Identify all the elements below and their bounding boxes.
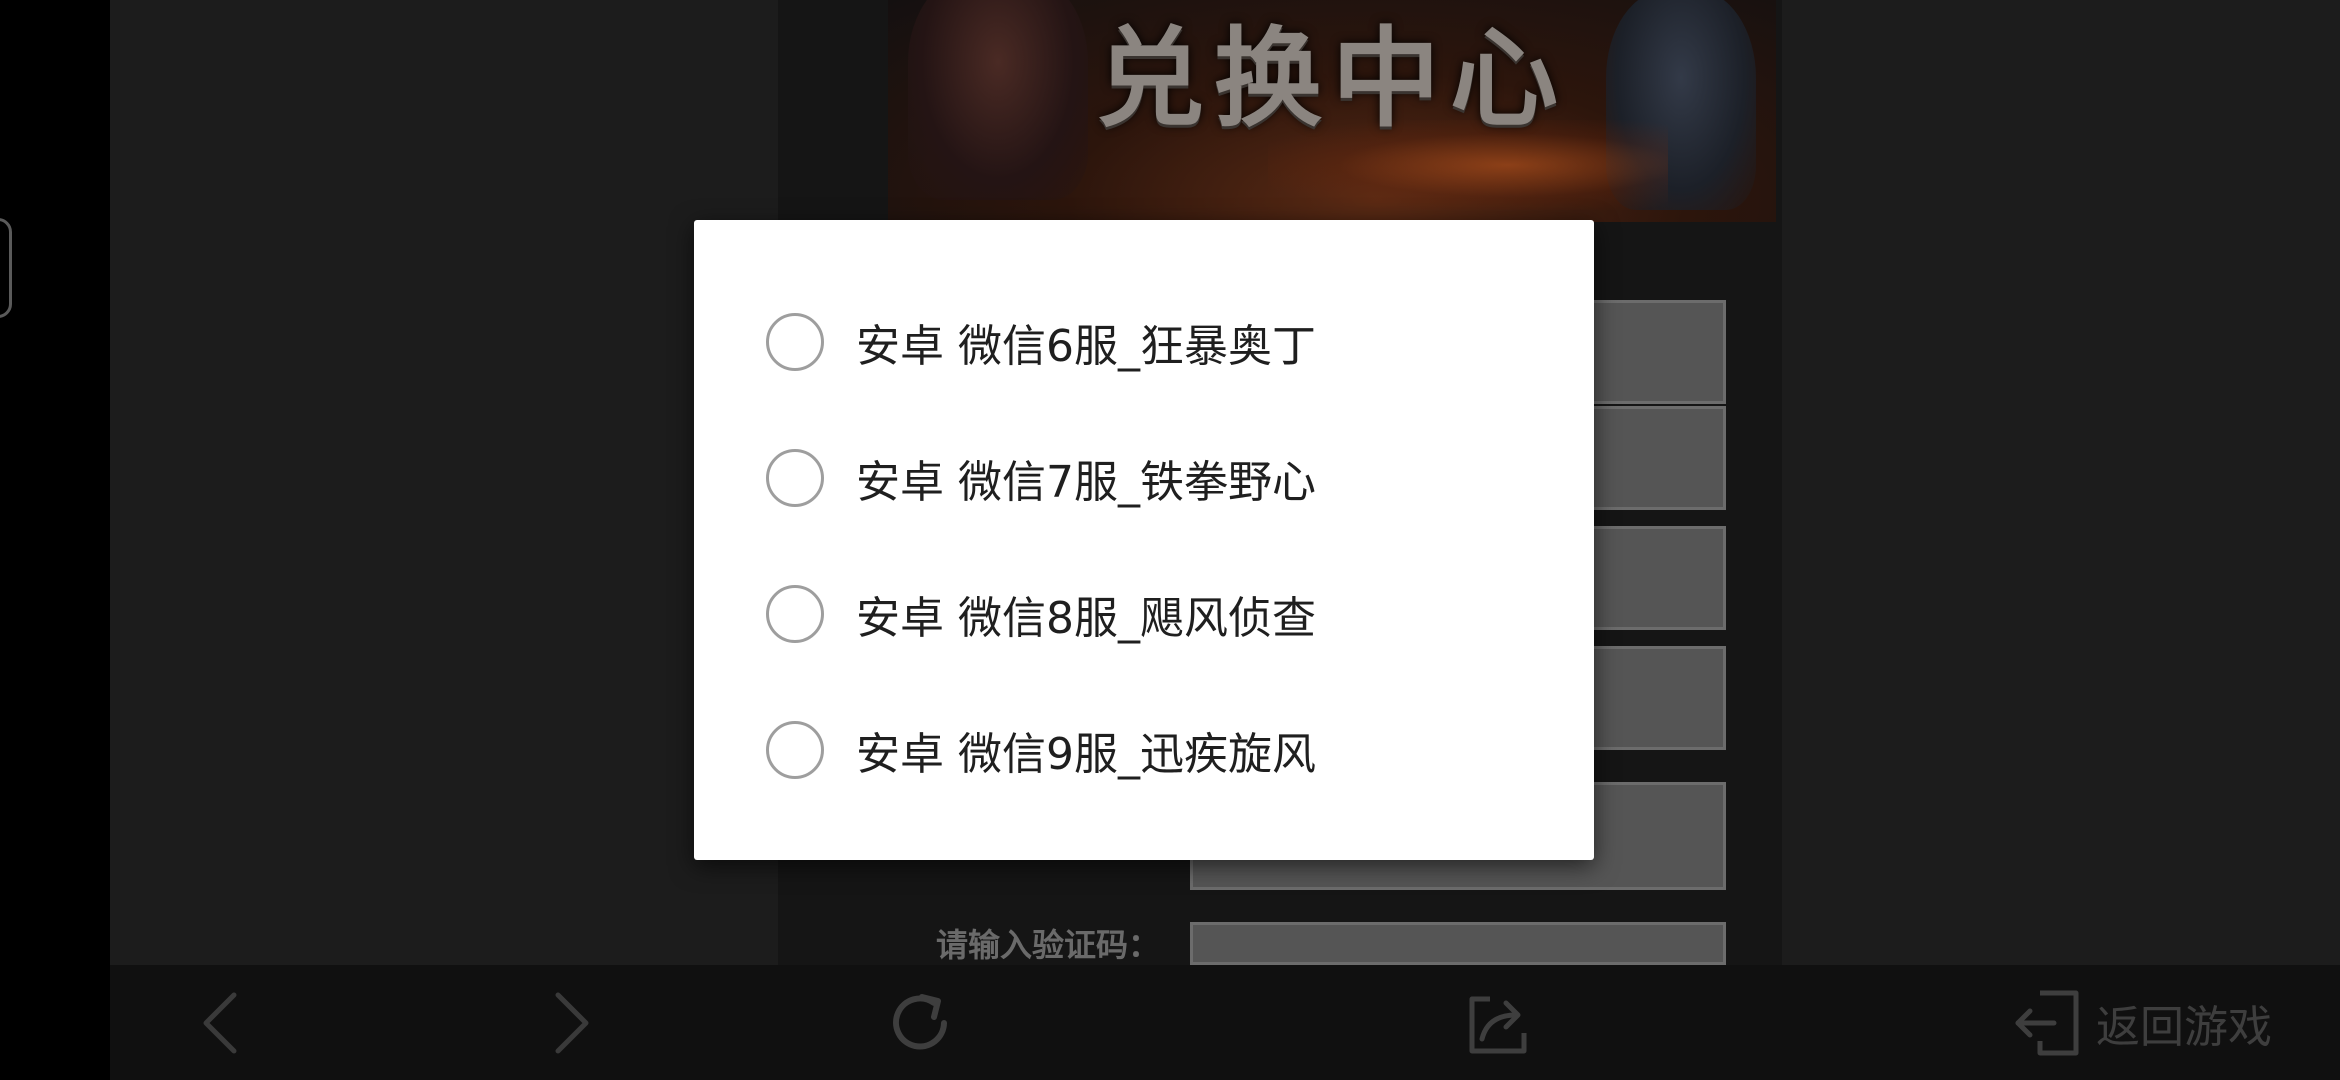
server-option-2[interactable]: 安卓 微信7服_铁拳野心 — [766, 430, 1546, 526]
server-option-1[interactable]: 安卓 微信6服_狂暴奥丁 — [766, 294, 1546, 390]
forward-button[interactable] — [502, 965, 642, 1080]
radio-button[interactable] — [766, 313, 824, 371]
banner-title: 兑换中心 — [1095, 17, 1568, 142]
chevron-left-icon — [203, 992, 237, 1053]
server-select-dialog: 安卓 微信6服_狂暴奥丁 安卓 微信7服_铁拳野心 安卓 微信8服_飓风侦查 安… — [694, 220, 1594, 860]
screen: 兑换中心 请输入验证码： 返回游戏 安卓 微信6服_狂暴奥丁 安卓 微信7服_铁… — [0, 0, 2340, 1080]
exchange-center-banner: 兑换中心 — [888, 0, 1776, 222]
share-button[interactable] — [1428, 965, 1568, 1080]
radio-button[interactable] — [766, 721, 824, 779]
server-option-label: 安卓 微信8服_飓风侦查 — [856, 593, 1316, 644]
server-option-4[interactable]: 安卓 微信9服_迅疾旋风 — [766, 702, 1546, 798]
return-to-game-button[interactable]: 返回游戏 — [2010, 965, 2310, 1080]
server-option-label: 安卓 微信7服_铁拳野心 — [856, 457, 1316, 508]
radio-button[interactable] — [766, 449, 824, 507]
server-option-3[interactable]: 安卓 微信8服_飓风侦查 — [766, 566, 1546, 662]
share-icon — [1469, 996, 1527, 1053]
side-drawer-handle[interactable] — [0, 218, 12, 318]
captcha-input[interactable] — [1190, 922, 1726, 965]
refresh-button[interactable] — [850, 965, 990, 1080]
exit-icon — [2015, 990, 2079, 1055]
server-option-label: 安卓 微信9服_迅疾旋风 — [856, 729, 1316, 780]
back-button[interactable] — [150, 965, 290, 1080]
chevron-right-icon — [555, 992, 589, 1053]
captcha-label: 请输入验证码： — [936, 926, 1161, 964]
bottom-toolbar: 返回游戏 — [110, 965, 2340, 1080]
server-option-label: 安卓 微信6服_狂暴奥丁 — [856, 321, 1316, 372]
left-edge-strip — [0, 0, 110, 1080]
refresh-icon — [893, 993, 947, 1049]
radio-button[interactable] — [766, 585, 824, 643]
return-to-game-label: 返回游戏 — [2096, 1001, 2272, 1053]
